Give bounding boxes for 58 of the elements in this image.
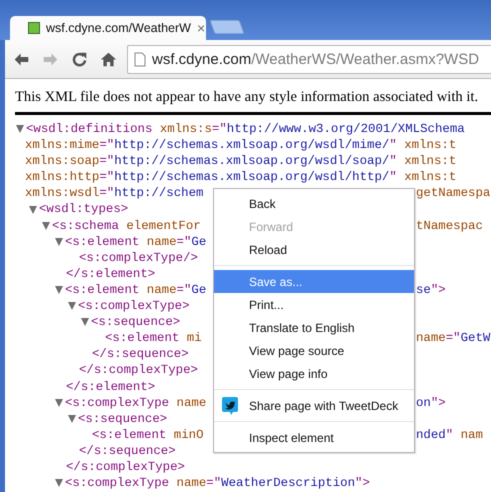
- code-line: <wsdl:types>: [39, 201, 128, 218]
- reload-icon[interactable]: [71, 50, 88, 68]
- code-line: name="GetW: [416, 330, 490, 346]
- code-line: xmlns:http="http://schemas.xmlsoap.org/wsdl/http/" xmlns:t: [25, 169, 456, 186]
- menu-item[interactable]: Print...: [214, 293, 414, 316]
- code-line: xmlns:soap="http://schemas.xmlsoap.org/wsdl/soap/" xmlns:t: [25, 153, 456, 170]
- page-icon: [28, 22, 40, 34]
- expand-arrow-icon[interactable]: [55, 479, 63, 488]
- code-line: <s:complexType name="WeatherDescription">: [65, 475, 370, 492]
- code-line: </s:sequence>: [92, 346, 189, 362]
- code-line: <s:element name="Ge: [65, 282, 206, 298]
- expand-arrow-icon[interactable]: [55, 286, 63, 294]
- code-line: </s:complexType>: [66, 458, 185, 476]
- code-line: <s:complexType>: [78, 298, 190, 314]
- code-line: xmlns:mime="http://schemas.xmlsoap.org/wsdl/mime/" xmlns:t: [25, 137, 456, 154]
- expand-arrow-icon[interactable]: [16, 125, 24, 134]
- bird-icon: [222, 396, 238, 414]
- menu-item[interactable]: Share page with TweetDeck: [214, 394, 414, 417]
- menu-item[interactable]: Save as...: [214, 270, 414, 293]
- expand-arrow-icon[interactable]: [42, 222, 50, 230]
- address-bar[interactable]: wsf.cdyne.com/WeatherWS/Weather.asmx?WSD: [127, 44, 491, 74]
- expand-arrow-icon[interactable]: [68, 414, 76, 423]
- code-line: se">: [416, 282, 446, 298]
- tab-title: wsf.cdyne.com/WeatherW: [46, 21, 191, 35]
- code-line: getNamespa: [416, 185, 490, 202]
- menu-item[interactable]: Reload: [214, 238, 414, 261]
- expand-arrow-icon[interactable]: [68, 302, 76, 310]
- expand-arrow-icon[interactable]: [81, 318, 89, 326]
- code-line: <s:schema elementFor: [52, 218, 201, 234]
- menu-item[interactable]: Translate to English: [214, 316, 414, 339]
- code-line: <s:sequence>: [78, 410, 168, 427]
- code-line: tNamespac: [416, 218, 483, 234]
- code-line: <s:complexType/>: [79, 250, 198, 266]
- home-icon[interactable]: [100, 50, 117, 68]
- code-line: <wsdl:definitions xmlns:s="http://www.w3.org/2001/XMLSchema: [26, 121, 465, 138]
- code-line: xmlns:wsdl="http://schem: [25, 185, 204, 202]
- code-line: nded" nam: [416, 426, 483, 443]
- code-line: </s:element>: [66, 266, 156, 282]
- expand-arrow-icon[interactable]: [29, 206, 37, 214]
- code-line: <s:element name="Ge: [65, 234, 206, 250]
- expand-arrow-icon[interactable]: [55, 398, 63, 407]
- menu-item[interactable]: Inspect element: [214, 426, 414, 449]
- close-tab-button[interactable]: ×: [196, 20, 206, 36]
- page-icon: [134, 52, 146, 66]
- code-line: <s:sequence>: [91, 314, 180, 330]
- menu-item[interactable]: Back: [214, 192, 414, 215]
- code-line: <s:element mi: [105, 330, 202, 346]
- menu-item[interactable]: View page info: [214, 362, 414, 385]
- code-line: on">: [416, 394, 446, 411]
- menu-item[interactable]: View page source: [214, 339, 414, 362]
- code-line: </s:complexType>: [79, 362, 198, 378]
- code-line: <s:complexType name: [65, 394, 206, 411]
- browser-tab[interactable]: wsf.cdyne.com/WeatherW ×: [10, 16, 206, 40]
- code-line: </s:element>: [66, 378, 156, 395]
- notice-text: This XML file does not appear to have any style information associated with it.: [14, 88, 480, 106]
- code-line: </s:sequence>: [79, 442, 176, 459]
- expand-arrow-icon[interactable]: [55, 238, 63, 246]
- code-line: <s:element minO: [92, 426, 204, 443]
